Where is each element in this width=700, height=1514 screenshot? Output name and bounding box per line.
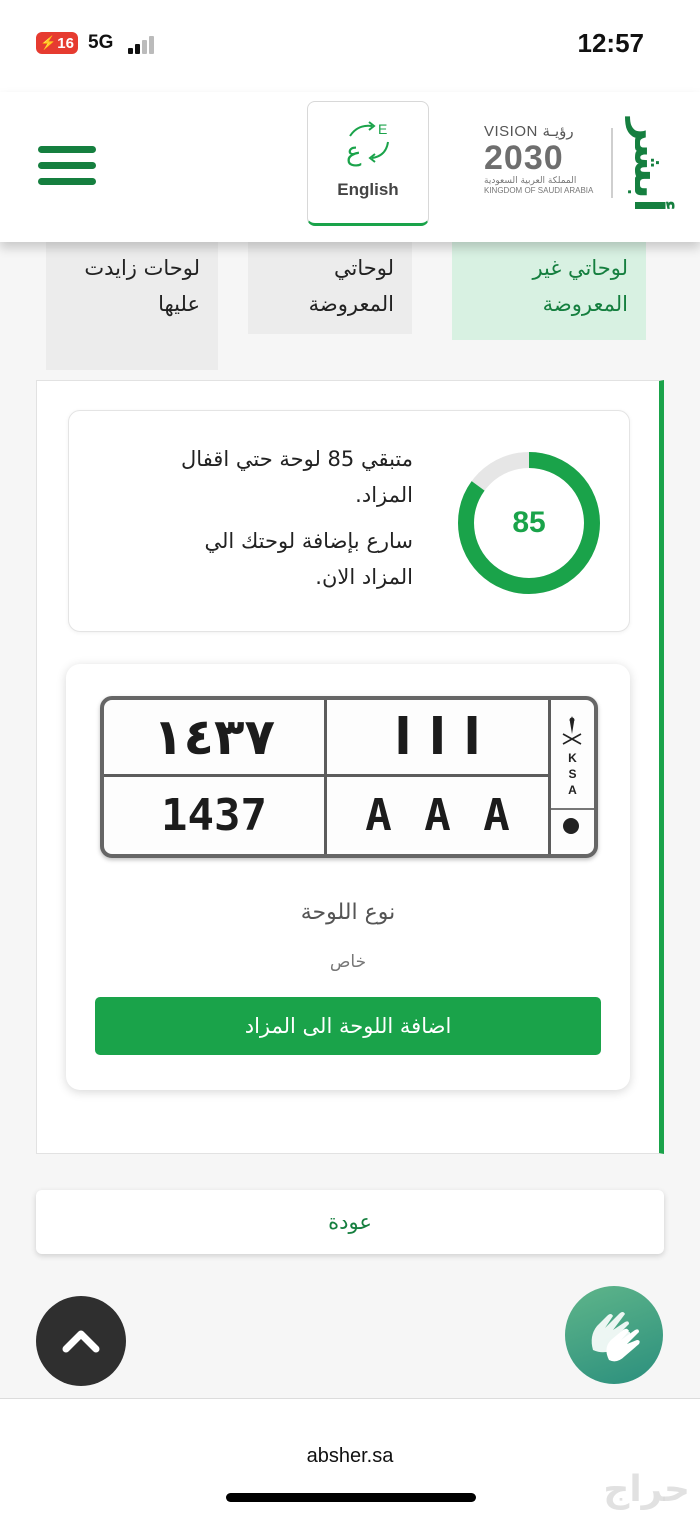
logo-divider [611,128,613,198]
vision-year: 2030 [484,139,564,177]
battery-indicator: ⚡ 16 [36,32,78,54]
license-plate: ١٤٣٧ ا ا ا 1437 A A A KSA [100,696,598,858]
vision-subtitle-en: KINGDOM OF SAUDI ARABIA [484,186,594,195]
sign-language-button[interactable] [565,1286,663,1384]
plate-type-label: نوع اللوحة [300,900,396,925]
auction-info-card: متبقي 85 لوحة حتي اقفال المزاد. سارع بإض… [68,410,630,632]
language-switch-icon: E ع [346,121,389,167]
tab-bid-plates[interactable]: لوحات زايدت عليها [46,242,218,370]
plate-type-value: خاص [329,952,367,972]
home-indicator[interactable] [226,1493,476,1502]
svg-text:E: E [378,121,387,137]
url-field[interactable]: absher.sa [0,1445,700,1468]
absher-logo: أبشر [625,118,671,213]
auction-info-text: متبقي 85 لوحة حتي اقفال المزاد. سارع بإض… [149,441,413,595]
watermark: حراج [603,1469,690,1510]
signal-strength-icon [128,36,160,54]
status-bar: ⚡ 16 5G 12:57 [0,0,700,92]
remaining-plates-text: متبقي 85 لوحة حتي اقفال المزاد. [181,447,413,507]
back-button[interactable]: عودة [36,1190,664,1254]
language-switch-button[interactable]: E ع English [307,101,429,226]
chevron-up-icon [62,1330,100,1353]
plate-letters-arabic: ا ا ا [394,708,481,766]
hurry-text: سارع بإضافة لوحتك الي المزاد الان. [204,529,413,589]
plate-letters-english: A A A [365,790,510,841]
tab-listed-plates[interactable]: لوحاتي المعروضة [248,242,412,334]
charging-bolt-icon: ⚡ [40,35,57,50]
plate-dot-icon [563,818,579,834]
plate-country-code: KSA [568,751,577,797]
sign-language-icon [591,1312,640,1362]
vision-title: VISION رؤيـة [484,123,574,140]
saudi-emblem-icon [562,716,582,745]
language-button-label: English [337,180,399,199]
tab-unlisted-plates[interactable]: لوحاتي غير المعروضة [452,242,646,340]
plate-card: ١٤٣٧ ا ا ا 1437 A A A KSA نوع اللوحة خاص… [66,664,630,1090]
plate-country-strip: KSA [551,700,594,854]
remaining-count: 85 [512,506,546,539]
scroll-top-button[interactable] [36,1296,126,1386]
hamburger-icon[interactable] [38,146,96,186]
add-to-auction-button[interactable]: اضافة اللوحة الى المزاد [95,997,601,1055]
vision-subtitle-ar: المملكة العربية السعودية [484,176,577,186]
vision-2030-logo: VISION رؤيـة 2030 المملكة العربية السعود… [484,122,594,202]
app-header: E ع English VISION رؤيـة 2030 المملكة ال… [0,92,700,242]
status-time: 12:57 [577,28,645,58]
svg-text:ع: ع [346,137,362,167]
network-type: 5G [88,32,114,53]
plate-number-arabic: ١٤٣٧ [152,708,276,766]
battery-level: 16 [57,34,74,52]
browser-bar: absher.sa حراج [0,1398,700,1514]
plate-number-english: 1437 [161,790,267,841]
